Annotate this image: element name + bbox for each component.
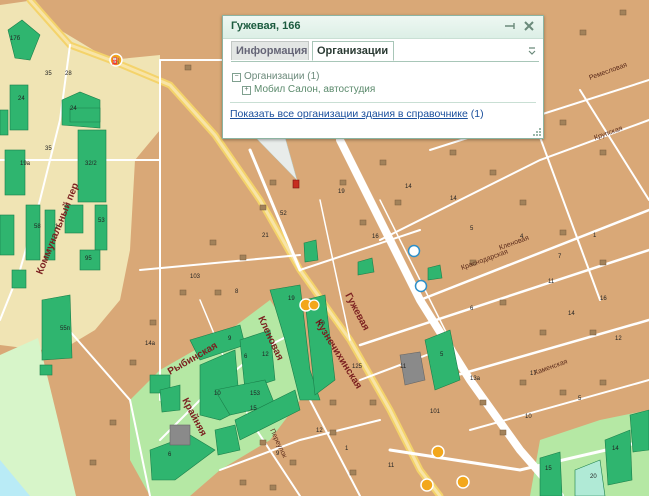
popup-tabs: Информация Организации [231, 41, 539, 62]
building-number: 58 [34, 224, 41, 230]
building-number: 19 [288, 296, 295, 302]
fuel-station-icon[interactable]: ⛽ [109, 53, 123, 67]
building-number: 14 [568, 311, 575, 317]
building-number: 35 [45, 71, 52, 77]
building-number: 10 [214, 391, 221, 397]
building-number: 11 [388, 463, 395, 469]
building-number: 101 [430, 409, 441, 415]
building-number: 19а [20, 161, 31, 167]
tabs-menu-icon[interactable] [527, 45, 537, 57]
building-number: 32/2 [85, 161, 97, 167]
selected-building-marker[interactable] [292, 179, 300, 189]
resize-grip-icon[interactable] [533, 128, 541, 136]
fuel-station-icon[interactable] [456, 475, 470, 489]
close-icon[interactable] [523, 20, 535, 32]
building-number: 15 [545, 466, 552, 472]
bus-stop-icon[interactable] [414, 279, 428, 293]
building-number: 20 [590, 474, 597, 480]
building-number: 16 [600, 296, 607, 302]
building-number: 35 [45, 146, 52, 152]
building-number: 103 [190, 274, 201, 280]
building-number: 12 [262, 352, 269, 358]
building-number: 15 [250, 406, 257, 412]
building-number: 11 [548, 279, 555, 285]
tree-item-row[interactable]: + Мобил Салон, автостудия [232, 83, 375, 96]
building-number: 13а [470, 376, 481, 382]
show-all-organizations-link[interactable]: Показать все организации здания в справо… [230, 108, 468, 120]
building-number: 125 [352, 364, 363, 370]
building-number: 14 [405, 184, 412, 190]
building-number: 17б [10, 36, 21, 42]
building-number: 19 [338, 189, 345, 195]
building-number: 10 [318, 321, 325, 327]
fuel-station-icon[interactable] [420, 478, 434, 492]
expand-toggle-icon[interactable]: + [242, 86, 251, 95]
bus-stop-icon[interactable] [407, 244, 421, 258]
fuel-station-icon[interactable] [431, 445, 445, 459]
building-number: 52 [280, 211, 287, 217]
tree-group-label: Организации (1) [244, 71, 320, 82]
show-all-organizations: Показать все организации здания в справо… [230, 108, 484, 120]
building-number: 14 [612, 446, 619, 452]
building-number: 55п [60, 326, 70, 332]
building-number: 28 [65, 71, 72, 77]
building-number: 153 [250, 391, 261, 397]
building-number: 12 [615, 336, 622, 342]
pin-icon[interactable] [505, 20, 517, 32]
building-number: 21 [262, 233, 269, 239]
building-number: 95 [85, 256, 92, 262]
building-number: 53 [98, 218, 105, 224]
building-number: 17 [530, 371, 537, 377]
tab-information[interactable]: Информация [231, 41, 309, 60]
tab-organizations[interactable]: Организации [312, 41, 394, 61]
building-number: 14а [145, 341, 156, 347]
popup-divider [230, 102, 536, 103]
building-number: 10 [525, 414, 532, 420]
svg-text:⛽: ⛽ [112, 56, 121, 65]
show-all-count: (1) [470, 108, 484, 120]
building-info-popup[interactable]: Гужевая, 166 Информация Организации − Орг… [222, 15, 544, 139]
building-number: 12 [316, 428, 323, 434]
tree-group-row: − Организации (1) [232, 70, 375, 83]
collapse-toggle-icon[interactable]: − [232, 73, 241, 82]
popup-title: Гужевая, 166 [231, 20, 301, 32]
organizations-tree: − Организации (1) + Мобил Салон, автостуди… [232, 70, 375, 96]
organization-link[interactable]: Мобил Салон, автостудия [254, 84, 375, 95]
building-number: 16 [372, 234, 379, 240]
popup-header: Гужевая, 166 [223, 16, 543, 39]
fuel-station-icon[interactable] [299, 298, 320, 312]
building-number: 24 [70, 106, 77, 112]
building-number: 11 [400, 364, 407, 370]
building-number: 24 [18, 96, 25, 102]
building-number: 14 [450, 196, 457, 202]
